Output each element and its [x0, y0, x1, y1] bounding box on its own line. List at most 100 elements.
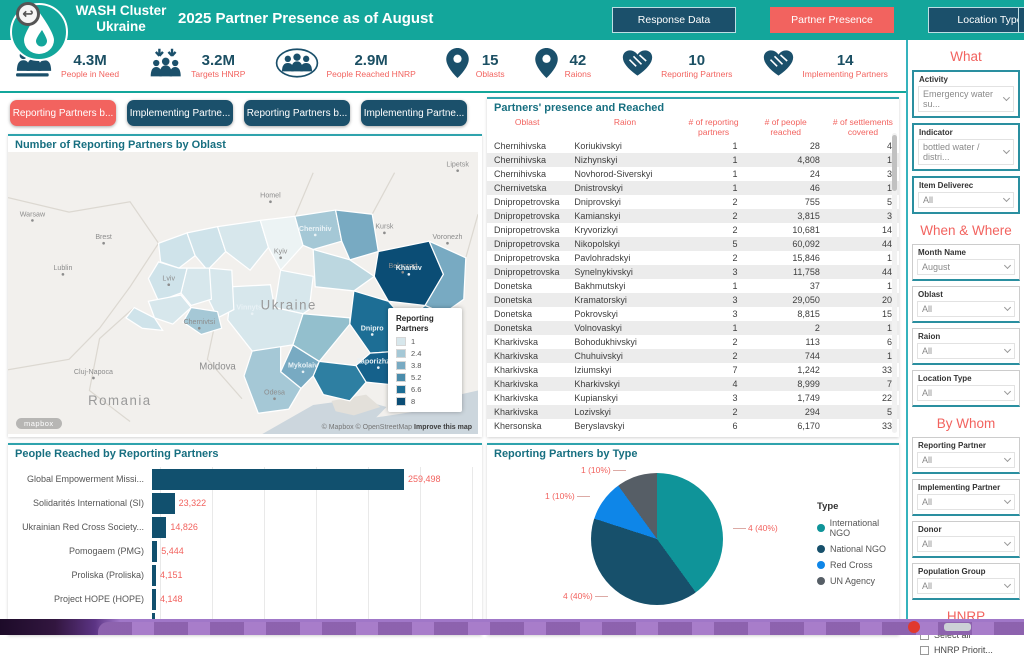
filter-dropdown[interactable]: All [917, 301, 1015, 317]
record-dot-icon[interactable] [908, 621, 920, 633]
nav-button-2[interactable]: Location Type [928, 7, 1024, 33]
filter-dropdown[interactable]: All [917, 343, 1015, 359]
table-row[interactable]: DonetskaVolnovaskyi121 [487, 321, 899, 335]
table-row[interactable]: DonetskaKramatorskyi329,05020 [487, 293, 899, 307]
pie-legend-title: Type [817, 501, 899, 512]
filter-dropdown[interactable]: All [917, 536, 1015, 552]
table-row[interactable]: ChernihivskaNovhorod-Siverskyi1243 [487, 167, 899, 181]
filter-dropdown[interactable]: All [918, 192, 1014, 208]
map-legend-item: 3.8 [396, 361, 454, 370]
filter-donor: Donor All [912, 521, 1020, 558]
map-label-moldova: Moldova [199, 362, 236, 373]
pie-chart-title: Reporting Partners by Type [487, 445, 899, 461]
table-row[interactable]: ChernihivskaKoriukivskyi1284 [487, 139, 899, 153]
video-timeline-bar[interactable] [0, 619, 1024, 635]
map-label-kursk: Kursk [375, 223, 394, 231]
filter-dropdown[interactable]: All [917, 578, 1015, 594]
table-cell: 8,815 [744, 307, 826, 321]
table-cell: 2 [683, 223, 745, 237]
attribution-text[interactable]: © Mapbox © OpenStreetMap [322, 424, 412, 431]
filter-label: Donor [913, 522, 1019, 534]
table-row[interactable]: KharkivskaLozivskyi22945 [487, 405, 899, 419]
chevron-down-icon [1003, 195, 1010, 202]
choropleth-map[interactable]: WarsawBrestLublinHomelKurskVoronezhBelgo… [8, 152, 478, 434]
legend-item-1[interactable]: National NGO [817, 544, 899, 554]
table-cell: 4 [827, 139, 899, 153]
table-cell: 2 [683, 335, 745, 349]
mapbox-logo[interactable]: mapbox [16, 418, 62, 429]
filter-label: Month Name [913, 245, 1019, 257]
table-row[interactable]: DnipropetrovskaNikopolskyi560,09244 [487, 237, 899, 251]
table-row[interactable]: ChernivetskaDnistrovskyi1461 [487, 181, 899, 195]
toggle-button-2[interactable]: Reporting Partners b... [244, 100, 350, 126]
filter-dropdown[interactable]: All [917, 385, 1015, 401]
filter-oblast: Oblast All [912, 286, 1020, 323]
legend-item-3[interactable]: UN Agency [817, 576, 899, 586]
table-row[interactable]: KharkivskaKharkivskyi48,9997 [487, 377, 899, 391]
filter-dropdown[interactable]: All [917, 452, 1015, 468]
table-row[interactable]: DnipropetrovskaKamianskyi23,8153 [487, 209, 899, 223]
table-row[interactable]: DonetskaPokrovskyi38,81515 [487, 307, 899, 321]
checkbox-icon[interactable] [920, 646, 929, 655]
nav-button-0[interactable]: Response Data [612, 7, 736, 33]
table-row[interactable]: KharkivskaIziumskyi71,24233 [487, 363, 899, 377]
bar[interactable] [152, 541, 157, 562]
table-row[interactable]: DnipropetrovskaSynelnykivskyi311,75844 [487, 265, 899, 279]
column-header-0[interactable]: Oblast [487, 115, 567, 139]
nav-button-partial[interactable] [1018, 7, 1024, 33]
improve-map-link[interactable]: Improve this map [414, 424, 472, 431]
table-row[interactable]: DnipropetrovskaDniprovskyi27555 [487, 195, 899, 209]
legend-dot-icon [817, 545, 825, 553]
filter-selected-value: All [923, 195, 933, 205]
filter-indicator: Indicator bottled water / distri... [912, 123, 1020, 171]
table-row[interactable]: KharkivskaChuhuivskyi27441 [487, 349, 899, 363]
legend-swatch-icon [396, 397, 406, 406]
map-label-cluj-napoca: Cluj-Napoca [74, 368, 113, 376]
filter-dropdown[interactable]: All [917, 494, 1015, 510]
table-cell: 24 [744, 167, 826, 181]
filter-month-name: Month Name August [912, 244, 1020, 281]
legend-value: 5.2 [411, 373, 421, 382]
table-row[interactable]: KhersonskaBeryslavskyi66,17033 [487, 419, 899, 433]
kpi-value: 14 [837, 52, 854, 69]
toggle-button-3[interactable]: Implementing Partne... [361, 100, 467, 126]
column-header-2[interactable]: # of reporting partners [683, 115, 745, 139]
hnrp-checkbox-row[interactable]: HNRP Priorit... [920, 645, 1012, 655]
column-header-1[interactable]: Raion [567, 115, 682, 139]
column-header-3[interactable]: # of people reached [744, 115, 826, 139]
video-timeline-track[interactable] [98, 622, 1024, 635]
table-cell: Dniprovskyi [567, 195, 682, 209]
table-cell: Kharkivska [487, 349, 567, 363]
bar[interactable] [152, 589, 156, 610]
kpi-value: 15 [482, 52, 499, 69]
table-row[interactable]: DonetskaBakhmutskyi1371 [487, 279, 899, 293]
kpi-value: 3.2M [202, 52, 235, 69]
table-row[interactable]: DnipropetrovskaPavlohradskyi215,8461 [487, 251, 899, 265]
bar[interactable] [152, 565, 156, 586]
table-row[interactable]: KharkivskaBohodukhivskyi21136 [487, 335, 899, 349]
table-cell: 2 [683, 195, 745, 209]
table-row[interactable]: DnipropetrovskaKryvorizkyi210,68114 [487, 223, 899, 237]
legend-item-2[interactable]: Red Cross [817, 560, 899, 570]
filter-selected-value: All [922, 539, 932, 549]
filter-dropdown[interactable]: Emergency water su... [918, 86, 1014, 112]
filter-dropdown[interactable]: bottled water / distri... [918, 139, 1014, 165]
legend-item-0[interactable]: International NGO [817, 518, 899, 538]
filter-dropdown[interactable]: August [917, 259, 1015, 275]
toggle-button-1[interactable]: Implementing Partne... [127, 100, 233, 126]
kpi-label: People in Need [61, 69, 119, 79]
table-row[interactable]: KharkivskaKupianskyi31,74922 [487, 391, 899, 405]
column-header-4[interactable]: # of settlements covered [827, 115, 899, 139]
toggle-button-0[interactable]: Reporting Partners b... [10, 100, 116, 126]
timeline-handle[interactable] [944, 623, 971, 631]
legend-label: National NGO [830, 544, 886, 554]
table-row[interactable]: ChernihivskaNizhynskyi14,8081 [487, 153, 899, 167]
table-scrollbar-thumb[interactable] [892, 135, 897, 191]
bar[interactable] [152, 517, 166, 538]
bar[interactable] [152, 469, 404, 490]
pie-chart[interactable] [591, 473, 723, 605]
nav-button-1[interactable]: Partner Presence [770, 7, 894, 33]
bar[interactable] [152, 493, 175, 514]
back-arrow-icon[interactable]: ↩ [16, 2, 40, 26]
table-cell: 20 [827, 293, 899, 307]
